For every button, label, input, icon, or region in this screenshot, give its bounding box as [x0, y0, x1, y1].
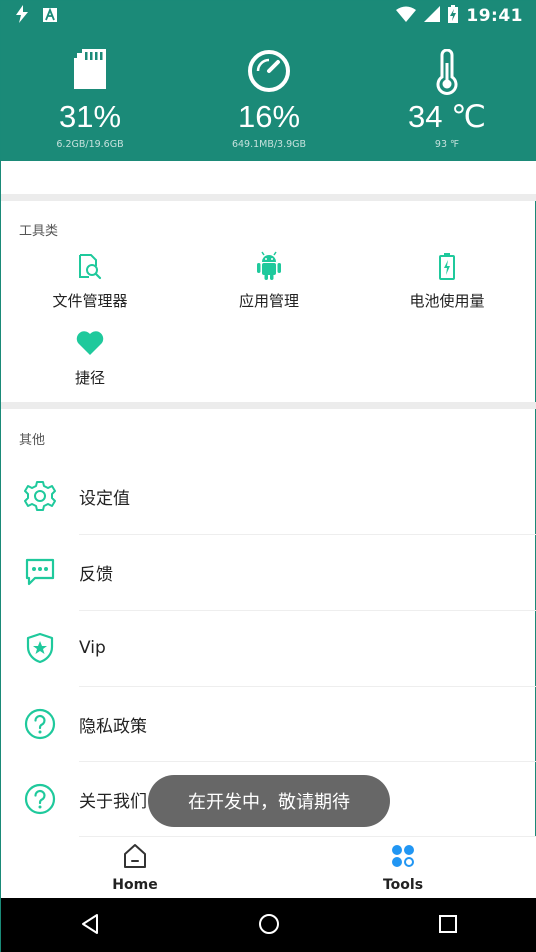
tool-shortcut[interactable]: 捷径 [1, 325, 179, 388]
nav-tools-label: Tools [382, 876, 424, 893]
battery-charging-icon [448, 5, 459, 27]
row-label: 关于我们 [79, 791, 147, 812]
tool-file-manager[interactable]: 文件管理器 [1, 248, 179, 311]
home-icon [122, 843, 148, 873]
android-icon [180, 248, 358, 284]
app-screen: 19:41 31% 6.2GB/19.6GB 16% 649.1MB/3.9GB… [0, 0, 536, 952]
status-bar: 19:41 [1, 1, 536, 31]
other-section-label: 其他 [19, 433, 46, 448]
tool-app-manager[interactable]: 应用管理 [180, 248, 358, 311]
nav-home[interactable]: Home [1, 837, 269, 898]
tool-battery-usage[interactable]: 电池使用量 [358, 248, 536, 311]
recents-icon[interactable] [438, 914, 458, 938]
header-spacer [1, 161, 536, 194]
heart-icon [1, 325, 179, 361]
feedback-row[interactable]: 反馈 [1, 534, 536, 610]
shield-star-icon [1, 632, 79, 664]
home-circle-icon[interactable] [258, 913, 280, 939]
stats-header: 31% 6.2GB/19.6GB 16% 649.1MB/3.9GB 34 ℃ … [1, 31, 536, 161]
chat-bubble-icon [1, 557, 79, 587]
thermometer-icon [435, 48, 459, 99]
storage-stat[interactable]: 31% 6.2GB/19.6GB [1, 31, 179, 161]
row-label: 设定值 [79, 488, 130, 509]
privacy-policy-row[interactable]: 隐私政策 [1, 686, 536, 762]
row-label: Vip [79, 638, 106, 658]
cell-signal-icon [424, 6, 441, 26]
help-circle-icon [1, 783, 79, 815]
memory-percent: 16% [237, 99, 301, 134]
bottom-navigation: Home Tools [1, 837, 536, 898]
temperature-fahrenheit: 93 ℉ [434, 139, 460, 150]
tool-label: 电池使用量 [409, 292, 485, 310]
section-divider [1, 402, 536, 409]
temperature-stat[interactable]: 34 ℃ 93 ℉ [358, 31, 536, 161]
sd-card-icon [74, 49, 106, 93]
clock-time: 19:41 [466, 6, 523, 26]
flash-icon [15, 5, 29, 27]
tool-label: 文件管理器 [52, 292, 128, 310]
temperature-celsius: 34 ℃ [408, 99, 486, 134]
speedometer-icon [247, 49, 291, 97]
tool-label: 应用管理 [238, 292, 299, 310]
help-circle-icon [1, 708, 79, 740]
toast-message: 在开发中，敬请期待 [148, 775, 390, 827]
tools-section-label: 工具类 [19, 224, 59, 239]
tools-grid-icon [390, 843, 416, 873]
system-navigation-bar [1, 898, 536, 952]
wifi-icon [396, 6, 417, 26]
storage-percent: 31% [58, 99, 122, 134]
section-divider [1, 194, 536, 201]
back-icon[interactable] [80, 913, 100, 939]
storage-detail: 6.2GB/19.6GB [56, 139, 124, 150]
font-a-icon [43, 7, 57, 26]
row-label: 隐私政策 [79, 716, 147, 737]
memory-detail: 649.1MB/3.9GB [231, 139, 307, 150]
vip-row[interactable]: Vip [1, 610, 536, 686]
file-search-icon [1, 248, 179, 284]
battery-icon [358, 248, 536, 284]
nav-tools[interactable]: Tools [269, 837, 536, 898]
memory-stat[interactable]: 16% 649.1MB/3.9GB [180, 31, 358, 161]
tool-label: 捷径 [74, 369, 105, 387]
gear-icon [1, 480, 79, 512]
nav-home-label: Home [112, 876, 158, 893]
settings-row[interactable]: 设定值 [1, 458, 536, 534]
row-label: 反馈 [79, 564, 113, 585]
